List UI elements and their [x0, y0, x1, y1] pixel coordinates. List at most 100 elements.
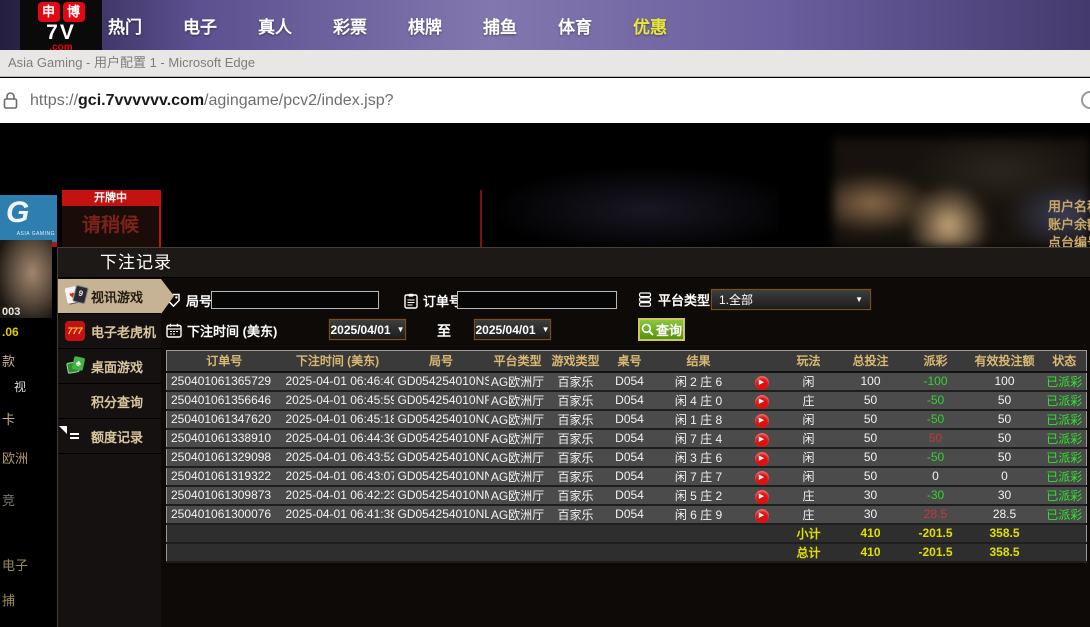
date-to-select[interactable]: 2025/04/01 ▼: [474, 319, 551, 340]
frag-jing: 竞: [2, 490, 15, 509]
subtotal-total-bet: 410: [837, 524, 905, 543]
play-video-icon[interactable]: ▶: [755, 452, 769, 466]
cell-table-no: D054: [605, 372, 655, 391]
cell-table-no: D054: [605, 505, 655, 524]
cell-status: 已派彩: [1043, 505, 1087, 524]
cell-platform: AG欧洲厅: [489, 467, 547, 486]
sidebar-item-live-games[interactable]: 视讯游戏: [58, 279, 161, 314]
bet-table-body: 2504010613657292025-04-01 06:46:40 GD0542…: [167, 372, 1087, 524]
sidebar-item-label: 额度记录: [91, 427, 143, 446]
cell-valid-bet: 50: [967, 448, 1043, 467]
date-from-select[interactable]: 2025/04/01 ▼: [329, 319, 406, 340]
browser-action-icon[interactable]: [1081, 91, 1090, 109]
slot-777-icon: 777: [65, 321, 85, 341]
game-status-box: 开牌中 请稍候: [62, 190, 161, 247]
sidebar-item-slots[interactable]: 777 电子老虎机: [58, 314, 161, 349]
url-text[interactable]: https://gci.7vvvvvv.com/agingame/pcv2/in…: [30, 78, 394, 123]
window-title-bar[interactable]: Asia Gaming - 用户配置 1 - Microsoft Edge: [0, 50, 1090, 77]
nav-item-promos[interactable]: 优惠: [631, 13, 669, 38]
nav-item-sports[interactable]: 体育: [556, 13, 594, 38]
total-payout: -201.5: [905, 543, 967, 562]
cell-table-no: D054: [605, 486, 655, 505]
play-video-icon[interactable]: ▶: [755, 414, 769, 428]
asia-gaming-logo-letter: G: [0, 195, 57, 231]
cell-valid-bet: 50: [967, 410, 1043, 429]
cell-platform: AG欧洲厅: [489, 372, 547, 391]
frag-europe: 欧洲: [2, 448, 28, 467]
frag-balance: .06: [2, 325, 19, 339]
cell-payout: 0: [905, 467, 967, 486]
play-video-icon[interactable]: ▶: [755, 471, 769, 485]
nav-item-hot[interactable]: 热门: [106, 13, 144, 38]
col-payout: 派彩: [905, 351, 967, 372]
table-row: 2504010613566462025-04-01 06:45:59GD0542…: [167, 391, 1087, 410]
nav-item-boardgames[interactable]: 棋牌: [406, 13, 444, 38]
cell-time: 2025-04-01 06:46:40: [282, 372, 394, 391]
cell-status: 已派彩: [1043, 486, 1087, 505]
cell-payout: -100: [905, 372, 967, 391]
url-host: gci.7vvvvvv.com: [78, 92, 204, 109]
logo-badge-1: 申: [38, 2, 60, 22]
sidebar-item-table-games[interactable]: 桌面游戏: [58, 349, 161, 384]
sidebar-item-label: 积分查询: [91, 392, 143, 411]
cell-result: 闲 3 庄 6: [655, 448, 743, 467]
order-number-input[interactable]: [457, 291, 617, 309]
frag-video: 视: [14, 378, 26, 395]
frag-number: 003: [2, 306, 20, 318]
cell-play: 闲: [781, 429, 837, 448]
cell-valid-bet: 50: [967, 391, 1043, 410]
panel-sidebar: 视讯游戏 777 电子老虎机 桌面游戏 积分查询 额度记录: [58, 279, 161, 627]
window-title: Asia Gaming - 用户配置 1 - Microsoft Edge: [8, 55, 255, 70]
table-row: 2504010613193222025-04-01 06:43:07GD0542…: [167, 467, 1087, 486]
logo-brand-text: 7V: [46, 22, 76, 44]
play-video-icon[interactable]: ▶: [755, 509, 769, 523]
logo-badges: 申 博: [38, 2, 85, 22]
bet-records-panel: 下注记录 视讯游戏 777 电子老虎机 桌面游戏 积分查询 额度记录 局号: [57, 247, 1090, 627]
col-time: 下注时间 (美东): [282, 351, 394, 372]
url-scheme: https://: [30, 92, 78, 109]
platform-list-icon: [638, 292, 653, 307]
play-video-icon[interactable]: ▶: [755, 395, 769, 409]
cell-order: 250401061365729: [167, 372, 282, 391]
site-logo[interactable]: 申 博 7V .com: [20, 0, 102, 52]
sidebar-item-points-query[interactable]: 积分查询: [58, 384, 161, 419]
cell-game-type: 百家乐: [547, 448, 605, 467]
cell-play-video: ▶: [743, 391, 781, 410]
cell-order: 250401061300076: [167, 505, 282, 524]
cell-play-video: ▶: [743, 448, 781, 467]
cell-table-no: D054: [605, 467, 655, 486]
frag-fishing: 捕: [2, 590, 15, 609]
total-valid-bet: 358.5: [967, 543, 1043, 562]
date-range-to-label: 至: [437, 321, 451, 341]
cell-platform: AG欧洲厅: [489, 505, 547, 524]
subtotal-payout: -201.5: [905, 524, 967, 543]
play-video-icon[interactable]: ▶: [755, 376, 769, 390]
cell-result: 闲 4 庄 0: [655, 391, 743, 410]
cell-round: GD054254010NP: [394, 429, 489, 448]
sidebar-item-label: 桌面游戏: [91, 357, 143, 376]
chevron-down-icon: ▼: [397, 325, 405, 334]
cell-total-bet: 50: [837, 448, 905, 467]
cell-order: 250401061338910: [167, 429, 282, 448]
cell-payout: 50: [905, 429, 967, 448]
cell-table-no: D054: [605, 391, 655, 410]
browser-address-bar[interactable]: https://gci.7vvvvvv.com/agingame/pcv2/in…: [0, 78, 1090, 123]
panel-main: 局号 订单号 平台类型 1.全部 ▼ 下注时间 (美东) 2025/04/01 …: [161, 279, 1090, 627]
platform-type-select[interactable]: 1.全部 ▼: [711, 289, 871, 310]
play-video-icon[interactable]: ▶: [755, 433, 769, 447]
cell-payout: 28.5: [905, 505, 967, 524]
nav-item-live[interactable]: 真人: [256, 13, 294, 38]
sidebar-item-quota-records[interactable]: 额度记录: [58, 419, 161, 454]
cell-order: 250401061329098: [167, 448, 282, 467]
frag-card: 卡: [2, 409, 15, 428]
cell-total-bet: 100: [837, 372, 905, 391]
nav-item-fishing[interactable]: 捕鱼: [481, 13, 519, 38]
search-button[interactable]: 查询: [638, 318, 685, 341]
round-number-input[interactable]: [211, 291, 379, 309]
table-row: 2504010613389102025-04-01 06:44:36GD0542…: [167, 429, 1087, 448]
frag-dianzi: 电子: [2, 555, 28, 574]
play-video-icon[interactable]: ▶: [755, 490, 769, 504]
main-nav: 热门 电子 真人 彩票 棋牌 捕鱼 体育 优惠: [106, 0, 669, 50]
nav-item-slots[interactable]: 电子: [181, 13, 219, 38]
nav-item-lottery[interactable]: 彩票: [331, 13, 369, 38]
